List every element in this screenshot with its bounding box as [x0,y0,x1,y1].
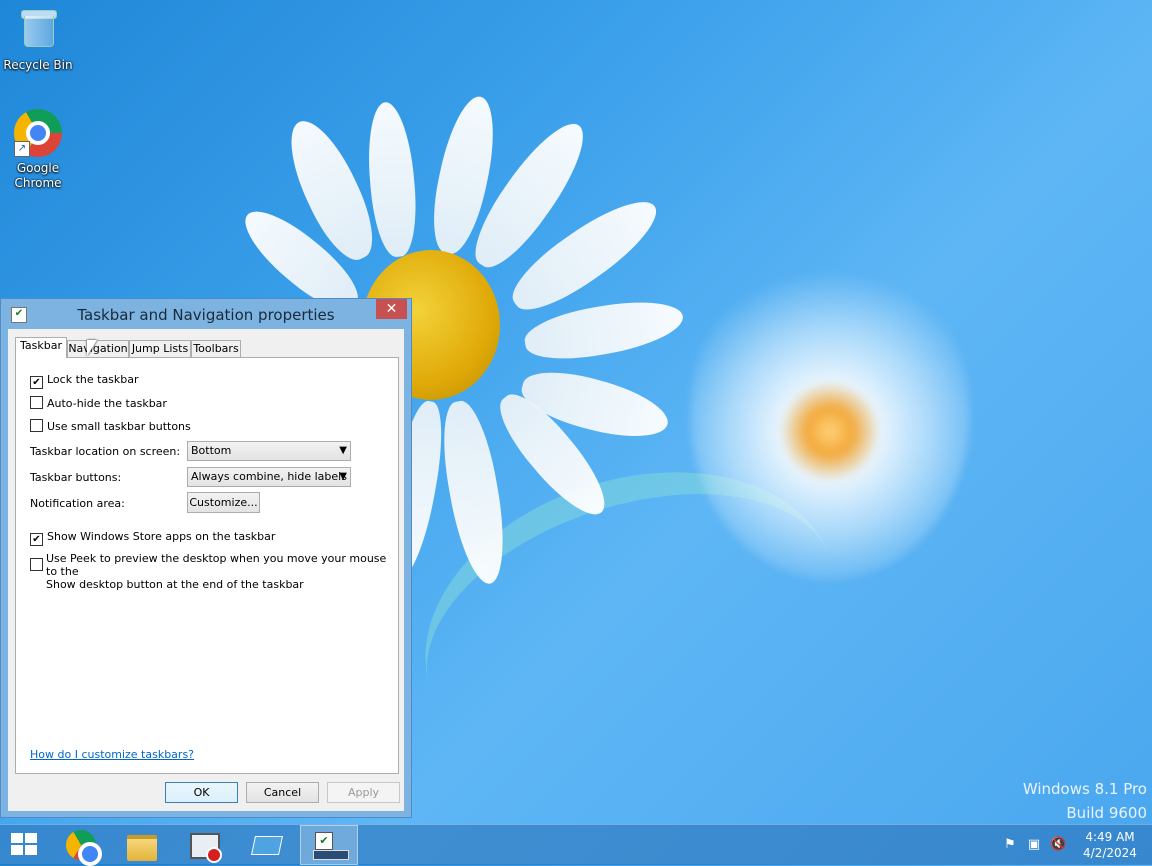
taskbar-properties-dialog: ✔ Taskbar and Navigation properties ✕ Ta… [0,298,412,818]
peek-label-line2: Show desktop button at the end of the ta… [46,578,304,591]
chevron-down-icon: ▼ [339,471,347,482]
desktop-icon-google-chrome[interactable]: ↗ Google Chrome [0,109,76,193]
peek-option[interactable]: Use Peek to preview the desktop when you… [30,552,390,591]
apply-button[interactable]: Apply [327,782,400,803]
store-apps-checkbox[interactable]: ✔ [30,533,43,546]
lock-taskbar-checkbox[interactable]: ✔ [30,376,43,389]
tab-taskbar[interactable]: Taskbar [15,337,67,358]
clock-date: 4/2/2024 [1083,846,1137,860]
windows-logo-icon [11,833,39,857]
taskbar-task-manager[interactable] [178,825,230,865]
buttons-label: Taskbar buttons: [30,471,122,484]
location-value: Bottom [191,444,232,457]
clock[interactable]: 4:49 AM 4/2/2024 [1078,829,1142,861]
window-icon [250,836,284,855]
start-button[interactable] [0,825,52,865]
peek-checkbox[interactable] [30,558,43,571]
auto-hide-option[interactable]: Auto-hide the taskbar [30,396,167,410]
recycle-bin-icon [21,6,57,47]
windows-version-watermark: Windows 8.1 Pro Build 9600 [1023,780,1147,822]
tab-navigation[interactable]: Navigation [67,340,129,357]
taskbar-properties-app[interactable]: ✔ [300,825,358,865]
chrome-label-line1: Google [16,161,60,175]
watermark-edition: Windows 8.1 Pro [1022,780,1147,798]
auto-hide-checkbox[interactable] [30,396,43,409]
taskbar-buttons-dropdown[interactable]: Always combine, hide labels ▼ [187,467,351,487]
location-label: Taskbar location on screen: [30,445,181,458]
recycle-bin-label: Recycle Bin [3,58,73,72]
cancel-button[interactable]: Cancel [246,782,319,803]
ok-button[interactable]: OK [165,782,238,803]
customize-button[interactable]: Customize... [187,492,260,513]
watermark-build: Build 9600 [1066,804,1147,822]
desktop-icon-recycle-bin[interactable]: Recycle Bin [0,6,76,76]
lock-taskbar-label: Lock the taskbar [47,373,139,386]
clock-time: 4:49 AM [1085,830,1135,844]
small-buttons-label: Use small taskbar buttons [47,420,191,433]
small-buttons-option[interactable]: Use small taskbar buttons [30,419,191,433]
auto-hide-label: Auto-hide the taskbar [47,397,167,410]
taskbar-preview-icon [313,850,349,860]
dialog-title: Taskbar and Navigation properties [77,306,335,324]
taskbar-buttons-value: Always combine, hide labels [191,470,347,483]
lock-taskbar-option[interactable]: ✔ Lock the taskbar [30,373,139,389]
taskbar-file-explorer[interactable] [116,825,168,865]
tab-toolbars[interactable]: Toolbars [191,340,241,357]
location-dropdown[interactable]: Bottom ▼ [187,441,351,461]
notification-label: Notification area: [30,497,125,510]
tab-jump-lists[interactable]: Jump Lists [129,340,191,357]
shortcut-arrow-icon: ↗ [14,141,30,157]
close-button[interactable]: ✕ [376,299,407,319]
store-apps-label: Show Windows Store apps on the taskbar [47,530,276,543]
help-link[interactable]: How do I customize taskbars? [30,748,194,761]
small-buttons-checkbox[interactable] [30,419,43,432]
dialog-client: Taskbar Navigation Jump Lists Toolbars ✔… [8,329,404,811]
chrome-icon [66,830,102,866]
taskbar-app[interactable] [240,825,292,865]
mouse-cursor-icon [87,340,97,356]
taskbar: ✔ ⚑ ▣ 🔇 4:49 AM 4/2/2024 [0,824,1152,866]
red-dot-icon [206,847,222,863]
store-apps-option[interactable]: ✔ Show Windows Store apps on the taskbar [30,530,275,546]
taskbar-chrome[interactable] [56,825,108,866]
chevron-down-icon: ▼ [339,445,347,456]
properties-icon: ✔ [315,832,333,850]
flag-icon[interactable]: ⚑ [1002,837,1018,853]
dialog-titlebar[interactable]: ✔ Taskbar and Navigation properties ✕ [1,299,411,329]
network-icon[interactable]: ▣ [1026,837,1042,853]
volume-muted-icon[interactable]: 🔇 [1050,837,1066,853]
peek-label-line1: Use Peek to preview the desktop when you… [46,552,387,578]
folder-icon [127,835,157,861]
chrome-label-line2: Chrome [14,176,62,190]
taskbar-tab-panel: ✔ Lock the taskbar Auto-hide the taskbar … [15,357,399,774]
